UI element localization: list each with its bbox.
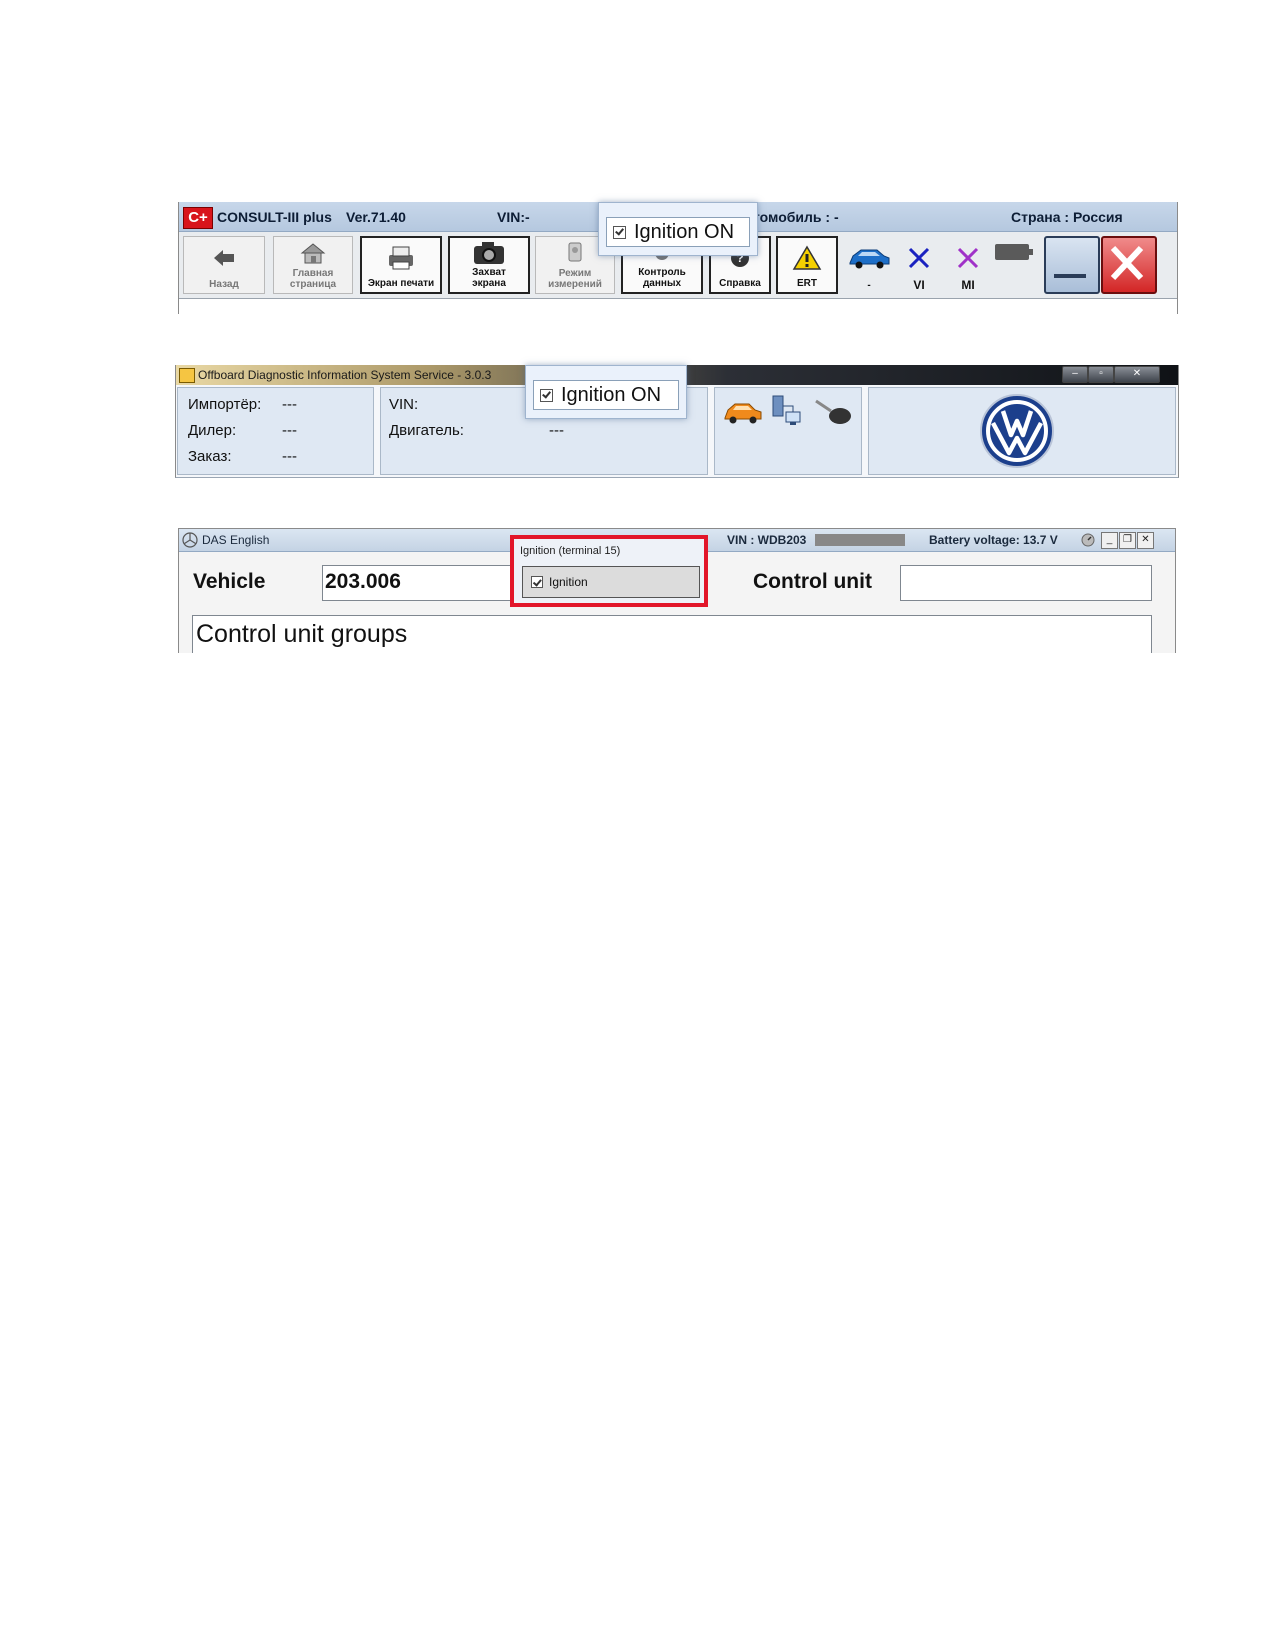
maximize-icon: ▫	[1099, 368, 1103, 379]
das-ignition-popup: Ignition (terminal 15) Ignition	[510, 535, 708, 607]
back-button[interactable]: Назад	[183, 236, 265, 294]
vin-label: VIN:-	[497, 209, 530, 225]
close-icon: ✕	[1132, 368, 1142, 379]
vw-logo-icon	[980, 394, 1054, 468]
network-icon	[772, 395, 801, 425]
close-button[interactable]	[1101, 236, 1157, 294]
control-unit-groups-field[interactable]: Control unit groups	[192, 615, 1152, 653]
odis-app-icon	[179, 368, 195, 383]
mercedes-star-icon	[182, 532, 198, 548]
control-unit-label: Control unit	[753, 570, 872, 593]
country-label: Страна : Россия	[1011, 209, 1123, 225]
home-icon	[300, 242, 326, 263]
das-minimize-button[interactable]: _	[1101, 532, 1118, 549]
control-unit-field[interactable]	[900, 565, 1152, 601]
vehicle-status-button[interactable]: -	[843, 236, 895, 294]
ignition-label: Ignition ON	[634, 220, 735, 243]
close-icon	[1110, 245, 1144, 281]
ignition-checkbox[interactable]	[613, 225, 626, 239]
printer-icon	[389, 246, 413, 270]
dealer-label: Дилер:	[188, 422, 237, 439]
control-unit-groups-label: Control unit groups	[196, 620, 408, 648]
vehicle-value: 203.006	[325, 570, 401, 593]
das-ignition-title: Ignition (terminal 15)	[520, 545, 621, 557]
odis-ignition-checkbox[interactable]	[540, 388, 553, 402]
das-title: DAS English	[202, 533, 270, 547]
order-value: ---	[282, 448, 297, 465]
engine-label: Двигатель:	[389, 422, 464, 439]
odis-brand-panel	[868, 387, 1176, 475]
vi-x-icon	[908, 247, 930, 269]
minimize-icon: _	[1106, 534, 1113, 545]
screen-capture-button[interactable]: Захват экрана	[448, 236, 530, 294]
odis-ignition-checkbox-row[interactable]: Ignition ON	[533, 380, 679, 410]
importer-value: ---	[282, 396, 297, 413]
order-label: Заказ:	[188, 448, 232, 465]
key-icon	[815, 399, 851, 424]
gauge-icon	[1081, 533, 1095, 547]
ignition-checkbox-row[interactable]: Ignition ON	[606, 217, 750, 247]
car-icon	[849, 249, 890, 269]
das-vin: VIN : WDB203	[727, 533, 807, 547]
close-icon: ✕	[1141, 534, 1150, 545]
ignition-popup: Ignition ON	[598, 202, 758, 256]
app-version: Ver.71.40	[346, 209, 406, 225]
das-close-button[interactable]: ✕	[1137, 532, 1154, 549]
ert-button[interactable]: ERT	[776, 236, 838, 294]
odis-dealer-panel: Импортёр: --- Дилер: --- Заказ: ---	[177, 387, 374, 475]
odis-ignition-popup: Ignition ON	[525, 365, 687, 419]
warning-icon	[792, 245, 822, 270]
das-restore-button[interactable]: ❐	[1119, 532, 1136, 549]
meter-icon	[568, 242, 582, 261]
print-screen-button[interactable]: Экран печати	[360, 236, 442, 294]
odis-title: Offboard Diagnostic Information System S…	[198, 368, 492, 382]
back-arrow-icon	[214, 250, 234, 266]
camera-icon	[474, 241, 504, 264]
importer-label: Импортёр:	[188, 396, 262, 413]
home-button[interactable]: Главная страница	[273, 236, 353, 294]
odis-minimize-button[interactable]: –	[1062, 366, 1088, 383]
vi-button[interactable]: VI	[897, 236, 941, 294]
app-name: CONSULT-III plus	[217, 209, 332, 225]
battery-icon	[994, 242, 1034, 267]
odis-close-button[interactable]: ✕	[1114, 366, 1160, 383]
das-ignition-checkbox[interactable]	[531, 576, 543, 588]
odis-maximize-button[interactable]: ▫	[1088, 366, 1114, 383]
vin-redaction	[815, 534, 905, 546]
vehicle-label: томобиль : -	[753, 209, 839, 225]
vehicle-field[interactable]: 203.006	[322, 565, 512, 601]
minimize-icon	[1054, 274, 1086, 278]
consult-logo-icon: C+	[183, 207, 213, 229]
mi-x-icon	[957, 247, 979, 269]
engine-value: ---	[549, 422, 564, 439]
vehicle-connection-icon	[724, 403, 762, 424]
odis-status-panel	[714, 387, 862, 475]
battery-voltage: Battery voltage: 13.7 V	[929, 533, 1058, 547]
minimize-button[interactable]	[1044, 236, 1100, 294]
vehicle-label: Vehicle	[193, 570, 266, 593]
das-ignition-checkbox-row[interactable]: Ignition	[522, 566, 700, 598]
minimize-icon: –	[1072, 368, 1078, 379]
dealer-value: ---	[282, 422, 297, 439]
restore-icon: ❐	[1123, 534, 1132, 545]
odis-vin-label: VIN:	[389, 396, 419, 413]
das-ignition-label: Ignition	[549, 575, 588, 589]
odis-ignition-label: Ignition ON	[561, 383, 662, 406]
mi-button[interactable]: MI	[946, 236, 990, 294]
